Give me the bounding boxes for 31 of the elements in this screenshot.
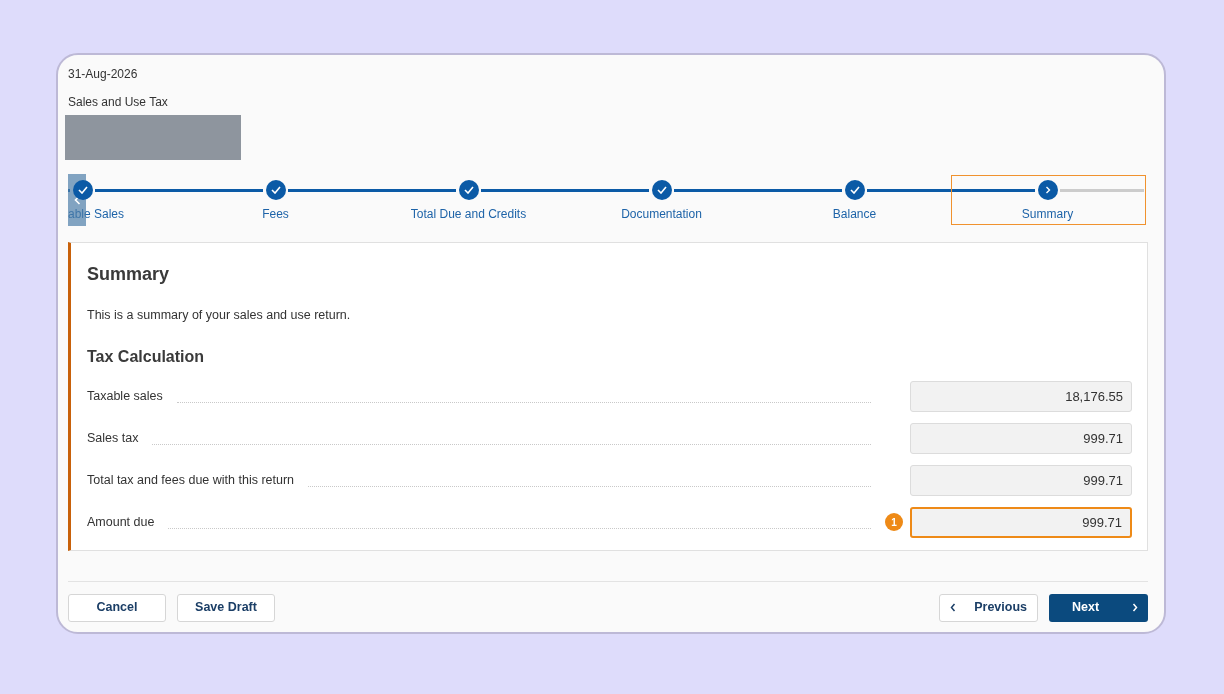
chevron-left-icon <box>73 195 81 205</box>
step-label[interactable]: Fees <box>262 205 289 223</box>
field-label: Sales tax <box>87 429 139 447</box>
field-label: Amount due <box>87 513 155 531</box>
chevron-right-icon <box>1132 603 1138 613</box>
next-button[interactable]: Next <box>1049 593 1148 622</box>
step-check-icon[interactable] <box>844 180 865 200</box>
previous-button[interactable]: Previous <box>939 593 1038 622</box>
cancel-button[interactable]: Cancel <box>68 593 166 622</box>
step-number-badge: 1 <box>885 513 903 532</box>
section-title: Tax Calculation <box>87 346 206 367</box>
step-label[interactable]: Balance <box>832 205 877 223</box>
step-chevron-icon[interactable] <box>1037 180 1058 200</box>
field-label: Total tax and fees due with this return <box>87 471 295 489</box>
step-check-icon[interactable] <box>458 180 479 200</box>
panel-description: This is a summary of your sales and use return. <box>87 307 352 324</box>
tax-type: Sales and Use Tax <box>68 94 168 111</box>
step-check-icon[interactable] <box>651 180 672 200</box>
step-label[interactable]: Summary <box>1021 205 1074 223</box>
step-check-icon[interactable] <box>265 180 286 200</box>
step-label[interactable]: Total Due and Credits <box>410 205 527 223</box>
amount-field[interactable]: 999.71 <box>910 464 1132 496</box>
field-label: Taxable sales <box>87 387 163 405</box>
amount-field[interactable]: 999.71 <box>910 422 1132 454</box>
due-date: 31-Aug-2026 <box>68 66 138 83</box>
panel-title: Summary <box>87 263 171 286</box>
amount-field[interactable]: 999.71 <box>910 506 1132 538</box>
save-draft-button[interactable]: Save Draft <box>177 593 275 622</box>
amount-field[interactable]: 18,176.55 <box>910 380 1132 412</box>
chevron-left-icon <box>950 603 956 613</box>
step-label[interactable]: Documentation <box>621 205 702 223</box>
